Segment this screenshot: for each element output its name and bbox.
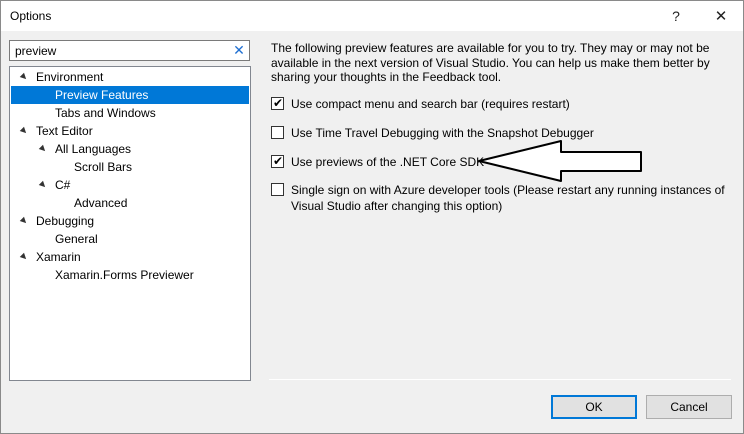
tree-item-advanced[interactable]: Advanced: [11, 194, 249, 212]
tree-item-label: Text Editor: [36, 124, 93, 138]
tree-item-label: Xamarin: [36, 250, 81, 264]
separator: [269, 379, 731, 380]
tree-item-xamarin[interactable]: Xamarin: [11, 248, 249, 266]
tree-item-environment[interactable]: Environment: [11, 68, 249, 86]
close-button[interactable]: ✕: [698, 1, 744, 31]
expanded-arrow-icon[interactable]: [19, 216, 29, 226]
annotation-arrow-icon: [478, 140, 642, 182]
tree-item-label: Xamarin.Forms Previewer: [55, 268, 194, 282]
dialog-title: Options: [10, 9, 52, 23]
option-label[interactable]: Use compact menu and search bar (require…: [291, 96, 731, 112]
expanded-arrow-icon[interactable]: [38, 144, 48, 154]
tree-item-label: All Languages: [55, 142, 132, 156]
tree-item-label: Scroll Bars: [74, 160, 133, 174]
search-input[interactable]: [10, 41, 230, 60]
tree-item-label: C#: [55, 178, 71, 192]
options-dialog: Options ? ✕ ✕ Environment Preview Featur…: [0, 0, 744, 434]
tree-item-debugging[interactable]: Debugging: [11, 212, 249, 230]
tree-item-preview-features[interactable]: Preview Features: [11, 86, 249, 104]
cancel-button[interactable]: Cancel: [646, 395, 732, 419]
checkmark-icon: ✔: [273, 96, 284, 110]
tree-item-text-editor[interactable]: Text Editor: [11, 122, 249, 140]
expanded-arrow-icon[interactable]: [19, 252, 29, 262]
expanded-arrow-icon[interactable]: [38, 180, 48, 190]
tree-item-tabs-and-windows[interactable]: Tabs and Windows: [11, 104, 249, 122]
tree-item-csharp[interactable]: C#: [11, 176, 249, 194]
tree-item-label: Environment: [36, 70, 104, 84]
options-tree: Environment Preview Features Tabs and Wi…: [9, 66, 251, 381]
time-travel-debugging-checkbox[interactable]: [271, 126, 284, 139]
tree-item-label: Tabs and Windows: [55, 106, 156, 120]
preview-features-description: The following preview features are avail…: [271, 41, 710, 84]
tree-item-label: Preview Features: [55, 88, 149, 102]
ok-button[interactable]: OK: [551, 395, 637, 419]
checkmark-icon: ✔: [273, 154, 284, 168]
expanded-arrow-icon[interactable]: [19, 72, 29, 82]
clear-search-icon[interactable]: ✕: [232, 42, 246, 59]
azure-sso-checkbox[interactable]: [271, 183, 284, 196]
option-label[interactable]: Single sign on with Azure developer tool…: [291, 182, 731, 214]
tree-item-label: Advanced: [74, 196, 128, 210]
tree-item-label: Debugging: [36, 214, 95, 228]
compact-menu-checkbox[interactable]: ✔: [271, 96, 284, 110]
tree-item-label: General: [55, 232, 98, 246]
tree-item-general[interactable]: General: [11, 230, 249, 248]
title-bar: Options ? ✕: [1, 1, 743, 31]
search-box: ✕: [9, 40, 250, 61]
expanded-arrow-icon[interactable]: [19, 126, 29, 136]
net-core-sdk-checkbox[interactable]: ✔: [271, 154, 284, 168]
tree-item-all-languages[interactable]: All Languages: [11, 140, 249, 158]
help-button[interactable]: ?: [653, 1, 699, 31]
tree-item-scroll-bars[interactable]: Scroll Bars: [11, 158, 249, 176]
tree-item-xamarin-forms-previewer[interactable]: Xamarin.Forms Previewer: [11, 266, 249, 284]
